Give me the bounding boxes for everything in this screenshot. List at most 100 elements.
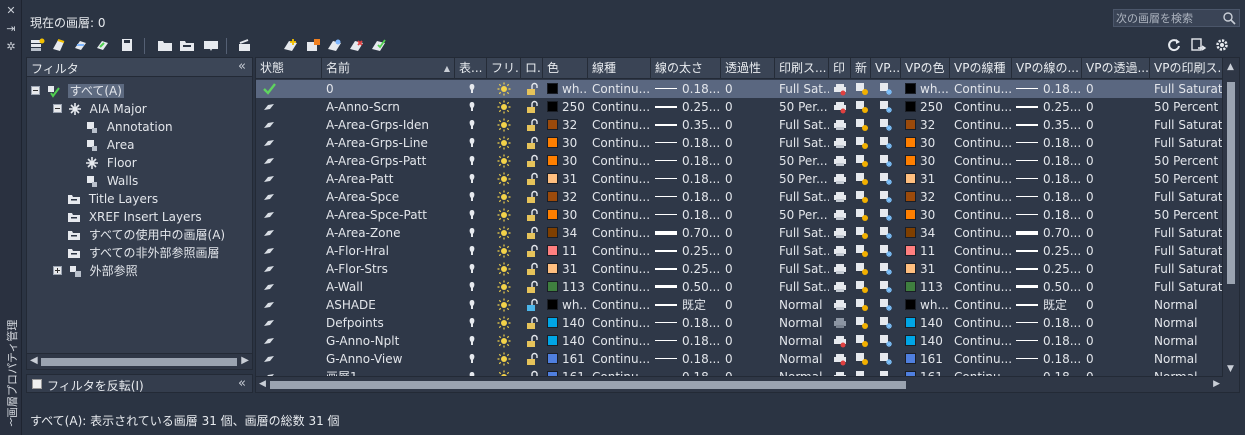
cell-freeze[interactable] — [487, 296, 521, 314]
cell-on[interactable] — [455, 224, 487, 242]
cell-transparency[interactable]: 0 — [721, 332, 775, 350]
cell-vp-plotstyle[interactable]: Normal — [1150, 296, 1223, 314]
unlock-icon[interactable] — [525, 190, 539, 204]
invert-filter-checkbox[interactable] — [32, 379, 42, 389]
cell-vp-linetype[interactable]: Continu... — [950, 332, 1012, 350]
cell-vp-linetype[interactable]: Continu... — [950, 206, 1012, 224]
cell-vp-color[interactable]: 31 — [901, 260, 950, 278]
table-row[interactable]: A-Area-Grps-Line 30 Continu... 0.18... 0 Full… — [256, 134, 1223, 152]
cell-freeze[interactable] — [487, 242, 521, 260]
table-row[interactable]: ASHADE wh... Continu... 既定 0 Normal wh... Conti… — [256, 296, 1223, 314]
on-bulb-icon[interactable] — [465, 334, 479, 348]
search-input[interactable] — [1116, 11, 1221, 25]
cell-vp-color[interactable]: 30 — [901, 134, 950, 152]
cell-vp-freeze[interactable] — [871, 80, 901, 98]
new-vp-freeze-icon[interactable] — [855, 82, 869, 96]
cell-plotstyle[interactable]: 50 Per... — [775, 206, 829, 224]
cell-on[interactable] — [455, 188, 487, 206]
cell-on[interactable] — [455, 296, 487, 314]
cell-vp-color[interactable]: 140 — [901, 314, 950, 332]
unlock-icon[interactable] — [525, 262, 539, 276]
cell-new-vp[interactable] — [851, 332, 871, 350]
cell-lineweight[interactable]: 0.18... — [651, 80, 721, 98]
cell-vp-color[interactable]: 34 — [901, 224, 950, 242]
cell-status[interactable] — [256, 98, 322, 116]
on-bulb-icon[interactable] — [465, 352, 479, 366]
cell-vp-linetype[interactable]: Continu... — [950, 260, 1012, 278]
cell-linetype[interactable]: Continu... — [588, 242, 651, 260]
collapse-toggle-icon[interactable] — [31, 86, 40, 95]
plot-printer-icon[interactable] — [833, 208, 847, 222]
cell-linetype[interactable]: Continu... — [588, 116, 651, 134]
cell-lineweight[interactable]: 0.18... — [651, 350, 721, 368]
vp-freeze-icon[interactable] — [879, 208, 893, 222]
cell-lock[interactable] — [521, 224, 543, 242]
new-vp-freeze-icon[interactable] — [855, 208, 869, 222]
cell-on[interactable] — [455, 152, 487, 170]
plot-printer-icon[interactable] — [833, 136, 847, 150]
col-vp-plotstyle[interactable]: VPの印刷ス... — [1150, 58, 1223, 79]
cell-vp-lineweight[interactable]: 0.25... — [1012, 260, 1082, 278]
cell-vp-transparency[interactable]: 0 — [1082, 80, 1150, 98]
cell-vp-lineweight[interactable]: 0.18... — [1012, 206, 1082, 224]
scroll-left-icon[interactable]: ◀ — [30, 355, 38, 366]
vp-freeze-icon[interactable] — [879, 154, 893, 168]
unlock-icon[interactable] — [525, 226, 539, 240]
cell-status[interactable] — [256, 332, 322, 350]
cell-color[interactable]: 250 — [543, 98, 588, 116]
vp-freeze-icon[interactable] — [879, 226, 893, 240]
delete-layer-b-icon[interactable] — [326, 36, 344, 54]
vp-freeze-icon[interactable] — [879, 136, 893, 150]
vp-freeze-icon[interactable] — [879, 172, 893, 186]
table-row[interactable]: A-Anno-Scrn 250 Continu... 0.25... 0 50 Per..… — [256, 98, 1223, 116]
cell-lock[interactable] — [521, 98, 543, 116]
cell-vp-plotstyle[interactable]: Normal — [1150, 332, 1223, 350]
cell-color[interactable]: 32 — [543, 116, 588, 134]
cell-vp-plotstyle[interactable]: 50 Percent — [1150, 170, 1223, 188]
cell-vp-linetype[interactable]: Continu... — [950, 98, 1012, 116]
cell-plotstyle[interactable]: Full Sat... — [775, 116, 829, 134]
cell-linetype[interactable]: Continu... — [588, 80, 651, 98]
col-freeze[interactable]: フリ... — [487, 58, 521, 79]
cell-freeze[interactable] — [487, 134, 521, 152]
cell-vp-freeze[interactable] — [871, 134, 901, 152]
cell-vp-freeze[interactable] — [871, 350, 901, 368]
plot-printer-icon[interactable] — [833, 82, 847, 96]
cell-plot[interactable] — [829, 242, 851, 260]
thaw-sun-icon[interactable] — [497, 352, 511, 366]
cell-vp-linetype[interactable]: Continu... — [950, 224, 1012, 242]
cell-linetype[interactable]: Continu... — [588, 170, 651, 188]
close-icon[interactable]: ✕ — [0, 4, 22, 18]
vp-freeze-icon[interactable] — [879, 316, 893, 330]
cell-on[interactable] — [455, 170, 487, 188]
cell-lock[interactable] — [521, 260, 543, 278]
cell-vp-linetype[interactable]: Continu... — [950, 350, 1012, 368]
new-vp-frozen-layer-icon[interactable] — [156, 36, 174, 54]
new-group-filter-icon[interactable] — [50, 36, 68, 54]
cell-vp-freeze[interactable] — [871, 260, 901, 278]
vp-freeze-icon[interactable] — [879, 352, 893, 366]
cell-vp-lineweight[interactable]: 0.35... — [1012, 116, 1082, 134]
cell-name[interactable]: A-Anno-Scrn — [322, 98, 455, 116]
cell-on[interactable] — [455, 80, 487, 98]
cell-plotstyle[interactable]: Normal — [775, 332, 829, 350]
col-linetype[interactable]: 線種 — [588, 58, 651, 79]
thaw-sun-icon[interactable] — [497, 316, 511, 330]
cell-linetype[interactable]: Continu... — [588, 350, 651, 368]
cell-on[interactable] — [455, 332, 487, 350]
tree-item-xref-insert-layers[interactable]: XREF Insert Layers — [67, 208, 202, 226]
cell-vp-lineweight[interactable]: 0.18... — [1012, 332, 1082, 350]
cell-lock[interactable] — [521, 278, 543, 296]
cell-on[interactable] — [455, 350, 487, 368]
cell-lock[interactable] — [521, 350, 543, 368]
cell-vp-transparency[interactable]: 0 — [1082, 332, 1150, 350]
vp-freeze-icon[interactable] — [879, 244, 893, 258]
col-new-vp[interactable]: 新 — [851, 58, 871, 79]
cell-vp-linetype[interactable]: Continu... — [950, 188, 1012, 206]
cell-linetype[interactable]: Continu... — [588, 188, 651, 206]
cell-linetype[interactable]: Continu... — [588, 206, 651, 224]
cell-new-vp[interactable] — [851, 350, 871, 368]
cell-color[interactable]: wh... — [543, 80, 588, 98]
cell-transparency[interactable]: 0 — [721, 188, 775, 206]
thaw-sun-icon[interactable] — [497, 262, 511, 276]
